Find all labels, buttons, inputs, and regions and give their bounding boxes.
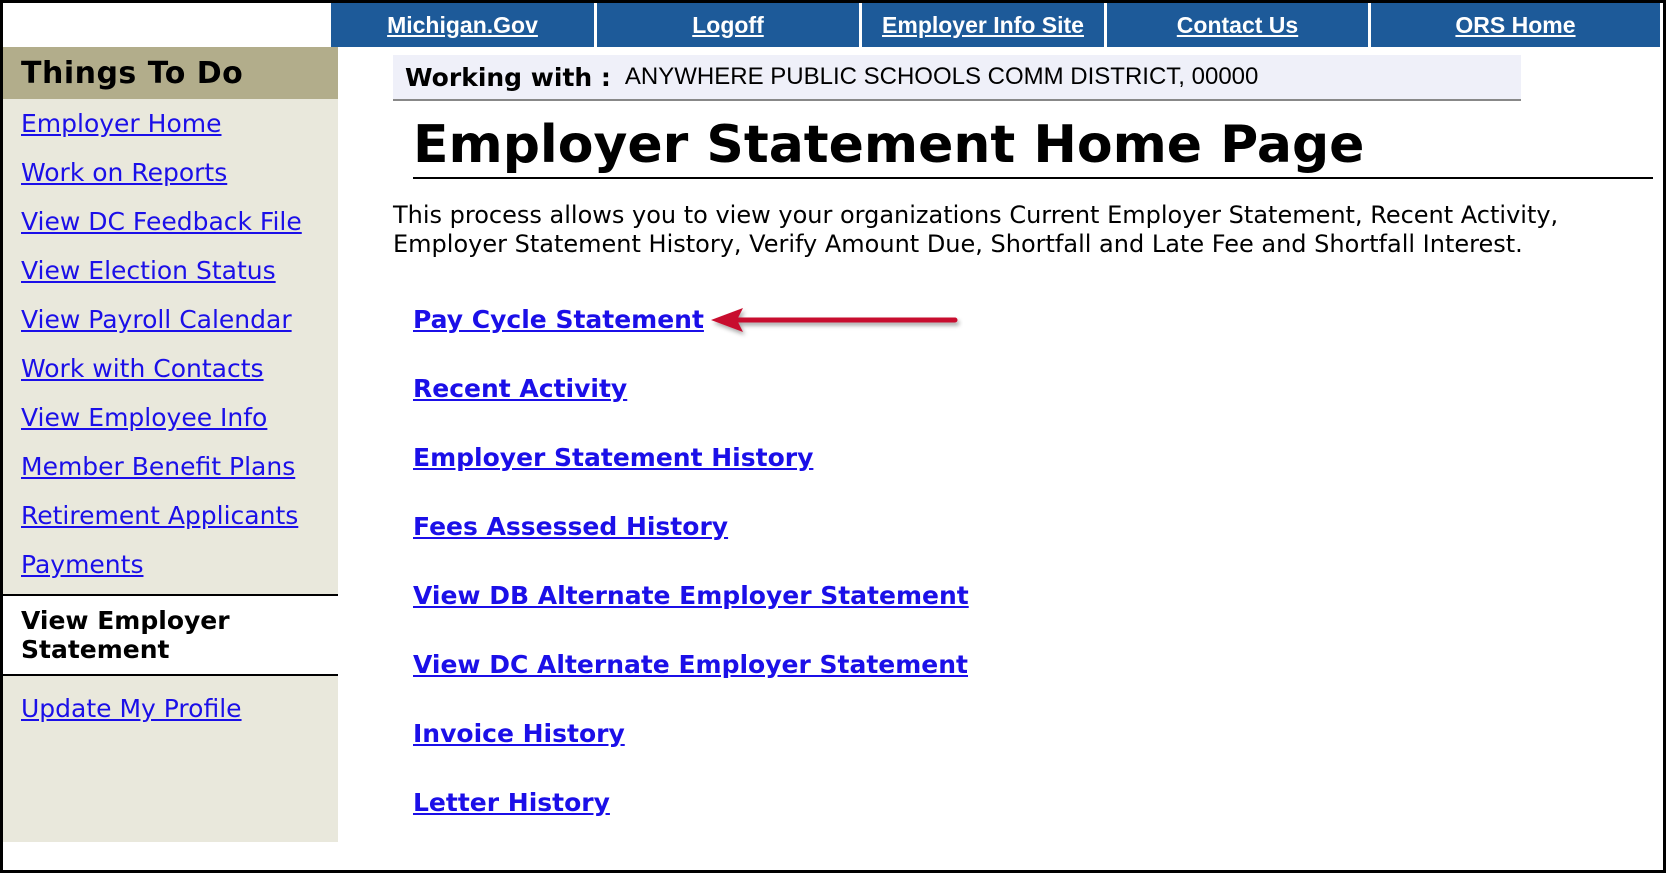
sidebar-active-label-line1: View Employer	[21, 606, 230, 635]
letter-history-link[interactable]: Letter History	[413, 788, 610, 817]
invoice-history-link[interactable]: Invoice History	[413, 719, 625, 748]
sidebar-item-view-employer-statement-active[interactable]: View Employer Statement	[3, 594, 338, 676]
working-with-label: Working with :	[405, 62, 611, 92]
sidebar-item-view-employee-info[interactable]: View Employee Info	[3, 393, 338, 442]
intro-text: This process allows you to view your org…	[393, 201, 1633, 259]
fees-assessed-history-link[interactable]: Fees Assessed History	[413, 512, 728, 541]
intro-line-2: Employer Statement History, Verify Amoun…	[393, 230, 1523, 258]
nav-michigan-gov-link[interactable]: Michigan.Gov	[331, 3, 597, 47]
sidebar-title: Things To Do	[3, 47, 338, 99]
sidebar-active-label-line2: Statement	[21, 635, 170, 664]
working-with-bar: Working with : ANYWHERE PUBLIC SCHOOLS C…	[393, 55, 1521, 101]
top-navigation: Michigan.Gov Logoff Employer Info Site C…	[331, 3, 1663, 47]
sidebar-item-update-my-profile[interactable]: Update My Profile	[3, 684, 338, 733]
recent-activity-link[interactable]: Recent Activity	[413, 374, 627, 403]
nav-employer-info-site-link[interactable]: Employer Info Site	[862, 3, 1107, 47]
sidebar-item-retirement-applicants[interactable]: Retirement Applicants	[3, 491, 338, 540]
page-title: Employer Statement Home Page	[413, 115, 1653, 179]
view-db-alternate-employer-statement-link[interactable]: View DB Alternate Employer Statement	[413, 581, 969, 610]
nav-contact-us-link[interactable]: Contact Us	[1107, 3, 1371, 47]
intro-line-1: This process allows you to view your org…	[393, 201, 1559, 229]
sidebar: Things To Do Employer Home Work on Repor…	[3, 47, 338, 842]
red-arrow-left-icon	[711, 308, 958, 332]
sidebar-item-work-on-reports[interactable]: Work on Reports	[3, 148, 338, 197]
view-dc-alternate-employer-statement-link[interactable]: View DC Alternate Employer Statement	[413, 650, 968, 679]
employer-statement-history-link[interactable]: Employer Statement History	[413, 443, 813, 472]
sidebar-item-view-dc-feedback-file[interactable]: View DC Feedback File	[3, 197, 338, 246]
sidebar-item-member-benefit-plans[interactable]: Member Benefit Plans	[3, 442, 338, 491]
pay-cycle-statement-link[interactable]: Pay Cycle Statement	[413, 305, 704, 334]
nav-logoff-link[interactable]: Logoff	[597, 3, 862, 47]
nav-ors-home-link[interactable]: ORS Home	[1371, 3, 1660, 47]
page-frame: Michigan.Gov Logoff Employer Info Site C…	[0, 0, 1666, 873]
sidebar-item-work-with-contacts[interactable]: Work with Contacts	[3, 344, 338, 393]
sidebar-item-view-payroll-calendar[interactable]: View Payroll Calendar	[3, 295, 338, 344]
working-with-value: ANYWHERE PUBLIC SCHOOLS COMM DISTRICT, 0…	[624, 63, 1259, 90]
sidebar-item-employer-home[interactable]: Employer Home	[3, 99, 338, 148]
sidebar-item-payments[interactable]: Payments	[3, 540, 338, 589]
sidebar-item-view-election-status[interactable]: View Election Status	[3, 246, 338, 295]
